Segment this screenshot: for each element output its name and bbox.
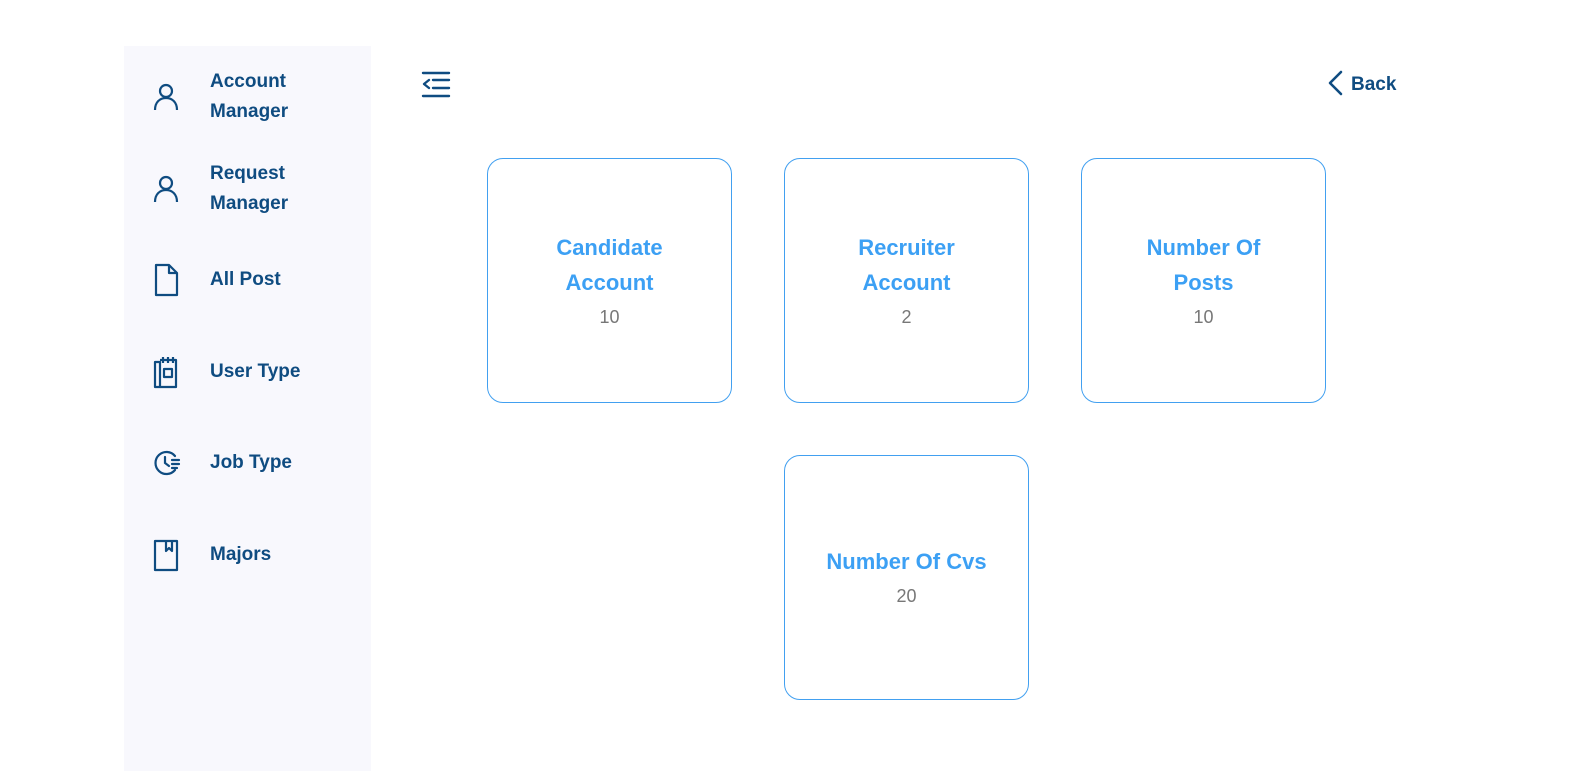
back-button[interactable]: Back bbox=[1325, 70, 1396, 100]
sidebar-item-job-type[interactable]: Job Type bbox=[124, 428, 371, 498]
card-title: Recruiter Account bbox=[858, 234, 955, 295]
sidebar-item-label: User Type bbox=[210, 361, 301, 382]
chevron-left-icon bbox=[1325, 69, 1347, 102]
sidebar-item-label: Request Manager bbox=[210, 163, 289, 214]
sidebar-item-user-type[interactable]: User Type bbox=[124, 337, 371, 407]
sidebar-item-all-post[interactable]: All Post bbox=[124, 245, 371, 315]
card-value: 10 bbox=[1193, 306, 1214, 327]
stat-card-number-of-cvs: Number Of Cvs 20 bbox=[784, 455, 1029, 700]
indent-menu-icon[interactable] bbox=[420, 70, 452, 100]
card-title: Candidate Account bbox=[556, 234, 663, 295]
user-icon bbox=[151, 172, 181, 206]
card-title: Number Of Cvs bbox=[826, 549, 987, 574]
sidebar-item-label: Majors bbox=[210, 544, 272, 565]
card-value: 10 bbox=[599, 306, 620, 327]
stat-card-recruiter-account: Recruiter Account 2 bbox=[784, 158, 1029, 403]
user-icon bbox=[151, 80, 181, 114]
card-title: Number Of Posts bbox=[1146, 234, 1261, 295]
stat-card-candidate-account: Candidate Account 10 bbox=[487, 158, 732, 403]
sidebar-item-account-manager[interactable]: Account Manager bbox=[124, 62, 371, 132]
sidebar-item-label: All Post bbox=[210, 269, 281, 290]
sidebar-item-request-manager[interactable]: Request Manager bbox=[124, 154, 371, 224]
clock-icon bbox=[151, 446, 181, 480]
sidebar-item-label: Job Type bbox=[210, 452, 292, 473]
sidebar: Account Manager Request Manager All Post bbox=[124, 46, 371, 771]
stat-card-number-of-posts: Number Of Posts 10 bbox=[1081, 158, 1326, 403]
card-value: 2 bbox=[901, 306, 912, 327]
clipboard-icon bbox=[151, 355, 181, 389]
card-value: 20 bbox=[896, 586, 917, 606]
sidebar-item-label: Account Manager bbox=[210, 71, 289, 122]
dashboard-page: Account Manager Request Manager All Post bbox=[0, 0, 1584, 771]
bookmark-icon bbox=[151, 538, 181, 572]
document-icon bbox=[151, 263, 181, 297]
back-label: Back bbox=[1351, 74, 1397, 95]
sidebar-item-majors[interactable]: Majors bbox=[124, 520, 371, 590]
